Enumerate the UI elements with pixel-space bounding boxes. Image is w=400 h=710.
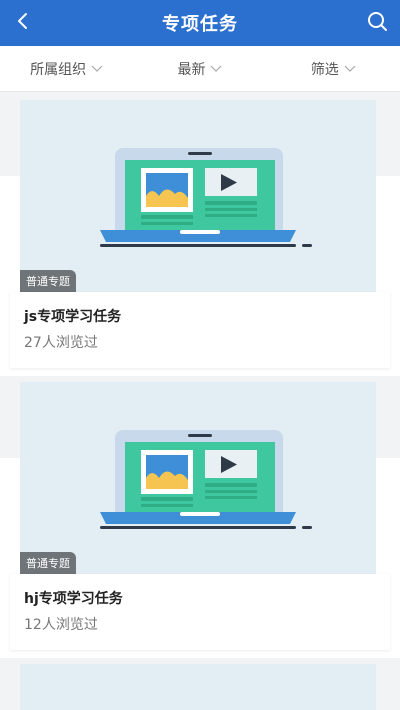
task-title: hj专项学习任务 bbox=[24, 591, 123, 607]
filter-sort-latest[interactable]: 最新 bbox=[133, 59, 266, 79]
task-card[interactable] bbox=[10, 664, 390, 710]
chevron-left-icon bbox=[16, 12, 30, 34]
view-count-suffix: 人浏览过 bbox=[41, 335, 98, 351]
page-title: 专项任务 bbox=[162, 14, 238, 35]
topic-type-badge: 普通专题 bbox=[20, 270, 76, 292]
search-icon bbox=[366, 10, 388, 36]
filter-label: 最新 bbox=[177, 61, 206, 78]
app-header: 专项任务 bbox=[0, 0, 400, 46]
task-banner-image: 普通专题 bbox=[20, 100, 376, 292]
laptop-illustration bbox=[100, 148, 312, 247]
filter-label: 所属组织 bbox=[30, 61, 87, 78]
task-card-info[interactable]: hj专项学习任务 12人浏览过 bbox=[10, 574, 390, 650]
view-count-number: 27 bbox=[24, 335, 42, 351]
filter-label: 筛选 bbox=[310, 61, 339, 78]
filter-bar: 所属组织 最新 筛选 bbox=[0, 46, 400, 92]
view-count: 27人浏览过 bbox=[24, 332, 98, 352]
chevron-down-icon bbox=[210, 65, 222, 73]
back-button[interactable] bbox=[8, 8, 38, 38]
view-count-suffix: 人浏览过 bbox=[41, 617, 98, 633]
view-count: 12人浏览过 bbox=[24, 614, 98, 634]
task-title: js专项学习任务 bbox=[24, 309, 122, 325]
topic-type-badge: 普通专题 bbox=[20, 552, 76, 574]
laptop-illustration bbox=[100, 430, 312, 529]
task-list: 普通专题 js专项学习任务 27人浏览过 普通专题 hj专项学习任务 12人浏览… bbox=[0, 92, 400, 710]
view-count-number: 12 bbox=[24, 617, 42, 633]
search-button[interactable] bbox=[362, 8, 392, 38]
task-card-info[interactable]: js专项学习任务 27人浏览过 bbox=[10, 292, 390, 368]
task-banner-image bbox=[20, 664, 376, 710]
task-banner-image: 普通专题 bbox=[20, 382, 376, 574]
chevron-down-icon bbox=[91, 65, 103, 73]
chevron-down-icon bbox=[344, 65, 356, 73]
filter-screen[interactable]: 筛选 bbox=[267, 59, 400, 79]
filter-organization[interactable]: 所属组织 bbox=[0, 59, 133, 79]
